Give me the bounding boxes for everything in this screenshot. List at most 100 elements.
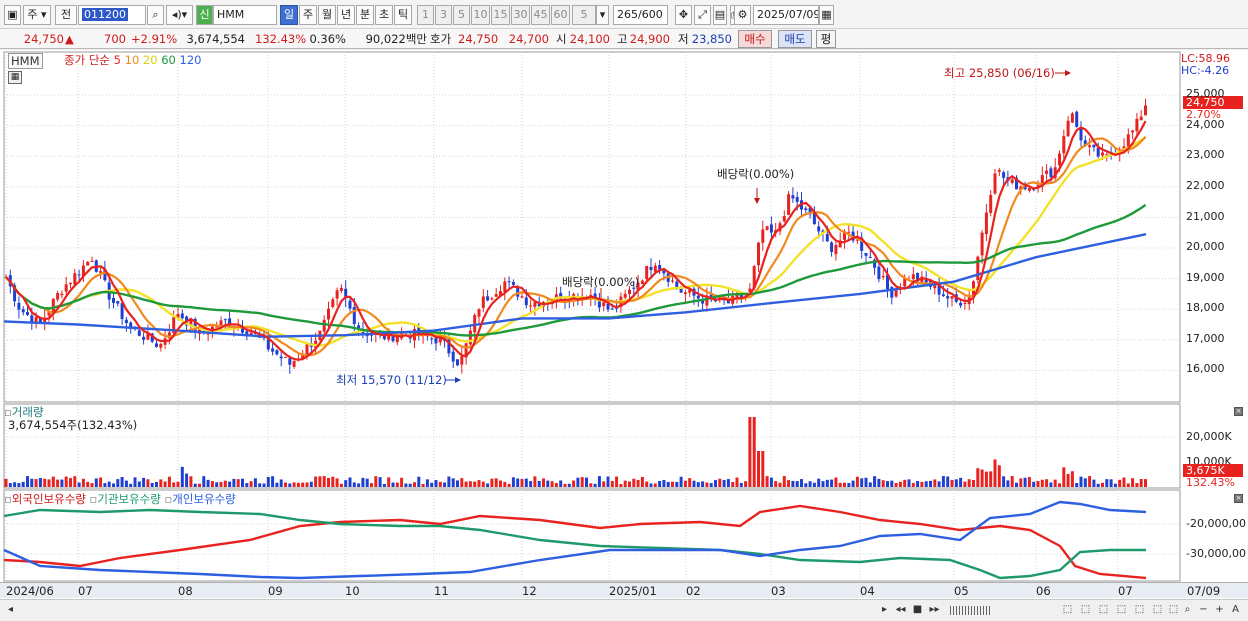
open-label: 시	[556, 32, 567, 46]
chart-canvas[interactable]	[0, 50, 1248, 601]
tab-second[interactable]: 초	[375, 5, 393, 25]
scroll-right-icon[interactable]: ▸	[877, 603, 892, 618]
volume-bar	[817, 478, 821, 487]
volume-bar	[86, 481, 90, 487]
tab-month[interactable]: 월	[318, 5, 336, 25]
volume-bar	[765, 476, 769, 487]
zoom-in-icon[interactable]: +	[1212, 603, 1227, 618]
volume-value: 3,674,554	[186, 32, 245, 46]
volume-bar	[1045, 479, 1049, 487]
undo-icon[interactable]: ⬚	[1166, 603, 1181, 618]
candle-body	[941, 294, 945, 297]
fit-icon[interactable]: ⬚	[1096, 603, 1111, 618]
tab-minute[interactable]: 분	[356, 5, 374, 25]
x-label: 09	[268, 584, 283, 598]
candle-body	[60, 293, 64, 296]
chart-area[interactable]: HMM 종가 단순 5 10 20 60 120 ▦ LC:58.96 HC:-…	[0, 50, 1248, 601]
font-size-icon[interactable]: A	[1228, 603, 1243, 618]
fast-forward-icon[interactable]: ▸▸	[927, 603, 942, 618]
candle-body	[507, 281, 511, 283]
y-tick: 24,000	[1186, 118, 1225, 131]
candle-body	[602, 302, 606, 307]
magnifier-icon[interactable]: ⌕	[147, 5, 164, 25]
volume-bar	[249, 481, 253, 487]
data-count-input[interactable]: 265/600	[613, 5, 668, 25]
calendar-icon[interactable]: ▦	[819, 5, 834, 25]
x-label: 07	[1118, 584, 1133, 598]
candle-body	[64, 284, 68, 292]
volume-bar	[610, 480, 614, 487]
zoom-out-icon[interactable]: −	[1196, 603, 1211, 618]
volume-bar	[116, 479, 120, 487]
tab-week[interactable]: 주	[299, 5, 317, 25]
select-icon[interactable]: ⬚	[1150, 603, 1165, 618]
refresh-icon[interactable]: ⬚	[1132, 603, 1147, 618]
buy-button[interactable]: 매수	[738, 30, 772, 48]
volume-bar	[253, 478, 257, 487]
prev-button[interactable]: 전	[55, 5, 77, 25]
magnifier-zoom-icon[interactable]: ⌕	[1180, 603, 1195, 618]
volume-bar	[1126, 483, 1130, 487]
interval-60[interactable]: 60	[551, 5, 570, 25]
volume-close-icon[interactable]: ×	[1234, 407, 1243, 416]
candle-body	[628, 289, 631, 294]
zoom-out-region-icon[interactable]: ⬚	[1078, 603, 1093, 618]
sell-button[interactable]: 매도	[778, 30, 812, 48]
period-select[interactable]: 주 ▾	[23, 5, 51, 25]
interval-30[interactable]: 30	[511, 5, 530, 25]
pan-icon[interactable]: ⬚	[1114, 603, 1129, 618]
draw-line-icon[interactable]: ⤢	[694, 5, 711, 25]
interval-10[interactable]: 10	[471, 5, 490, 25]
tab-day[interactable]: 일	[280, 5, 298, 25]
interval-45[interactable]: 45	[531, 5, 550, 25]
stock-tag[interactable]: HMM	[8, 53, 43, 69]
evaluate-button[interactable]: 평	[816, 30, 836, 48]
interval-15[interactable]: 15	[491, 5, 510, 25]
candle-body	[503, 281, 507, 292]
volume-bar	[976, 468, 980, 487]
tab-tick[interactable]: 틱	[394, 5, 412, 25]
scroll-left-icon[interactable]: ◂	[3, 603, 18, 618]
interval-1[interactable]: 1	[417, 5, 434, 25]
interval-3[interactable]: 3	[435, 5, 452, 25]
candle-body	[1075, 111, 1079, 127]
chart-scrollbar[interactable]: ◂ ▸ ◂◂ ■ ▸▸ ⬚ ⬚ ⬚ ⬚ ⬚ ⬚ ⬚ ⌕ − + A	[0, 599, 1248, 621]
table-toggle-icon[interactable]: ▦	[8, 71, 22, 84]
settings-icon[interactable]: ⚙	[734, 5, 751, 25]
stock-code-input[interactable]: 011200	[78, 5, 146, 25]
speaker-icon[interactable]: ◂)▾	[166, 5, 193, 25]
candle-body	[219, 320, 223, 326]
scroll-thumb[interactable]	[950, 606, 990, 615]
volume-bar	[589, 483, 593, 487]
crosshair-icon[interactable]: ✥	[675, 5, 692, 25]
volume-bar	[993, 459, 997, 487]
volume-bar	[804, 483, 808, 487]
volume-current-pct: 132.43%	[1186, 476, 1235, 489]
tab-year[interactable]: 년	[337, 5, 355, 25]
holdings-legend[interactable]: ▫외국인보유수량 ▫기관보유수량 ▫개인보유수량	[4, 492, 236, 506]
volume-bar	[1066, 473, 1070, 487]
interval-5[interactable]: 5	[453, 5, 470, 25]
candle-body	[1131, 130, 1135, 133]
volume-bar	[473, 481, 477, 487]
ma-legend[interactable]: 종가 단순 5 10 20 60 120	[64, 53, 201, 67]
interval-dropdown-icon[interactable]: ▾	[596, 5, 609, 25]
rewind-icon[interactable]: ◂◂	[893, 603, 908, 618]
window-layout-icon[interactable]: ▣	[4, 5, 21, 25]
candle-body	[782, 216, 786, 222]
volume-bar	[1032, 481, 1036, 487]
save-icon[interactable]: ▤	[713, 5, 727, 25]
volume-bar	[438, 481, 442, 487]
date-input[interactable]: 2025/07/09	[753, 5, 819, 25]
stock-name-input[interactable]: HMM	[213, 5, 277, 25]
interval-input[interactable]: 5	[572, 5, 596, 25]
holdings-close-icon[interactable]: ×	[1234, 494, 1243, 503]
zoom-region-icon[interactable]: ⬚	[1060, 603, 1075, 618]
candle-body	[395, 336, 399, 343]
volume-bar	[8, 483, 12, 487]
high-label: 고	[617, 32, 628, 46]
stop-icon[interactable]: ■	[910, 603, 925, 618]
volume-bar	[636, 479, 640, 487]
candle-body	[451, 351, 455, 362]
new-stock-button[interactable]: 신	[196, 5, 213, 25]
